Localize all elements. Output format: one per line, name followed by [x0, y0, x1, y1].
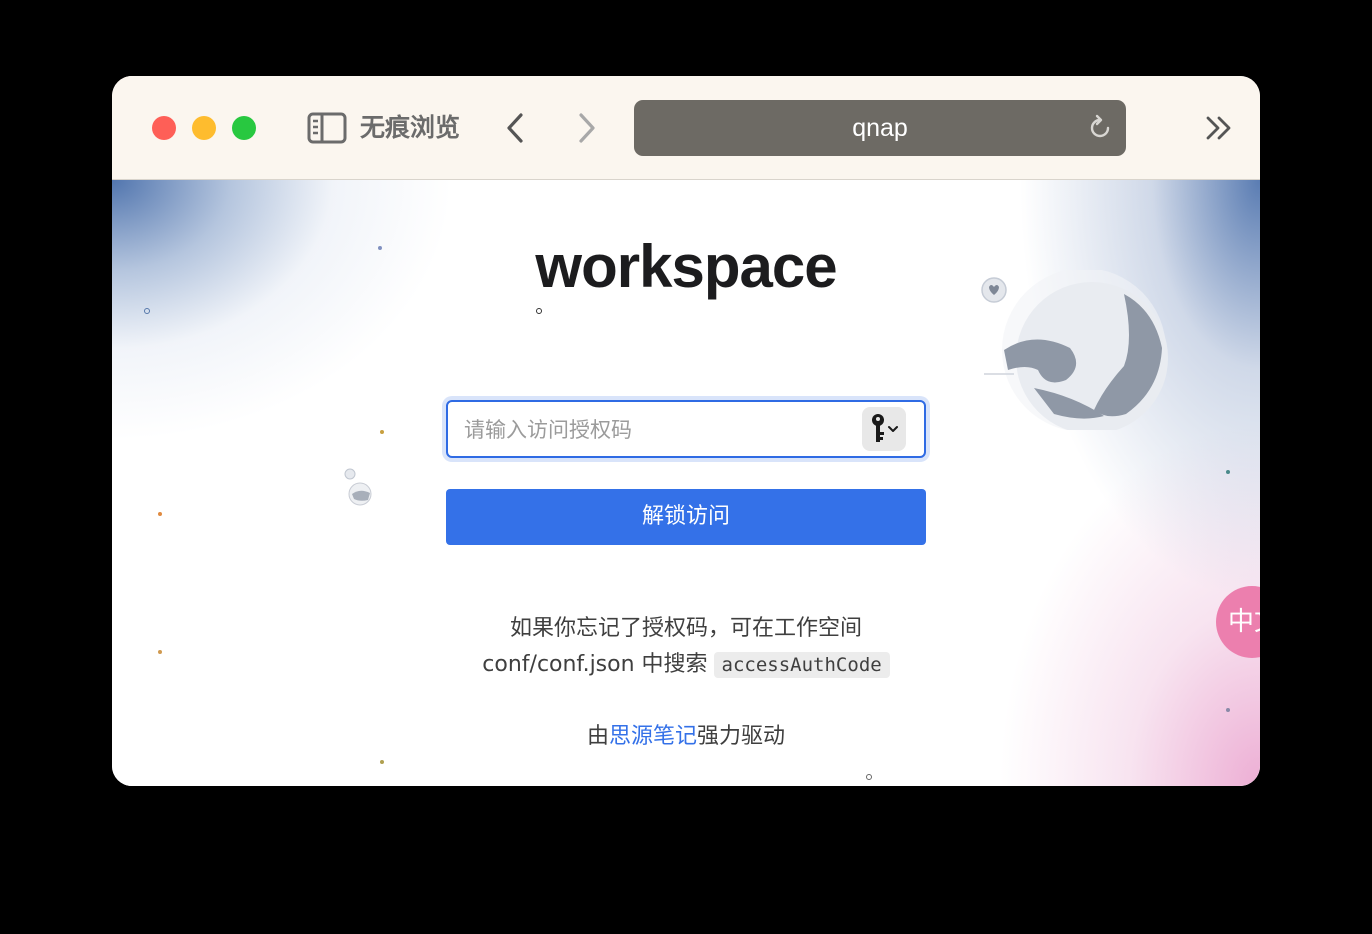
chevron-left-icon [507, 113, 523, 143]
reload-icon[interactable] [1086, 114, 1114, 142]
back-button[interactable] [500, 108, 530, 148]
browser-toolbar: 无痕浏览 qnap [112, 76, 1260, 180]
hint-code: accessAuthCode [713, 652, 890, 678]
powered-prefix: 由 [586, 724, 609, 749]
close-window-button[interactable] [152, 116, 176, 140]
page-content: workspace 解锁访问 如果你忘记了授权码，可在工作空间 conf/con… [112, 180, 1260, 786]
mini-globe-icon [344, 468, 372, 506]
unlock-button[interactable]: 解锁访问 [446, 489, 926, 545]
globe-illustration-icon [981, 270, 1168, 430]
access-code-input[interactable] [462, 402, 856, 458]
sidebar-toggle-button[interactable] [306, 110, 348, 146]
forward-button[interactable] [572, 108, 602, 148]
hint-text-prefix: conf/conf.json 中搜索 [482, 652, 708, 677]
private-browsing-label: 无痕浏览 [360, 113, 461, 142]
decor-dot [866, 774, 872, 780]
powered-suffix: 强力驱动 [697, 724, 786, 749]
decor-dot [380, 430, 384, 434]
address-bar[interactable]: qnap [634, 100, 1126, 156]
decor-dot [1226, 708, 1230, 712]
decor-dot [380, 760, 384, 764]
powered-by: 由思源笔记强力驱动 [112, 718, 1260, 750]
sidebar-icon [307, 112, 347, 144]
chevron-right-icon [579, 113, 595, 143]
hint-text-line2: conf/conf.json 中搜索 accessAuthCode [112, 646, 1260, 678]
hint-text-line1: 如果你忘记了授权码，可在工作空间 [509, 616, 862, 641]
siyuan-link[interactable]: 思源笔记 [609, 724, 697, 749]
decor-dot [158, 512, 162, 516]
access-code-field[interactable] [446, 400, 926, 458]
decor-dot [536, 308, 542, 314]
decor-dot [1226, 470, 1230, 474]
minimize-window-button[interactable] [192, 116, 216, 140]
key-icon [872, 414, 898, 442]
browser-window: 无痕浏览 qnap workspace 解锁访问 如果你忘记了授权码，可在工作空… [112, 76, 1260, 786]
zoom-window-button[interactable] [232, 116, 256, 140]
password-autofill-button[interactable] [862, 407, 906, 451]
double-chevron-right-icon[interactable] [1204, 112, 1234, 144]
address-text[interactable]: qnap [634, 100, 1126, 156]
decor-dot [144, 308, 150, 314]
